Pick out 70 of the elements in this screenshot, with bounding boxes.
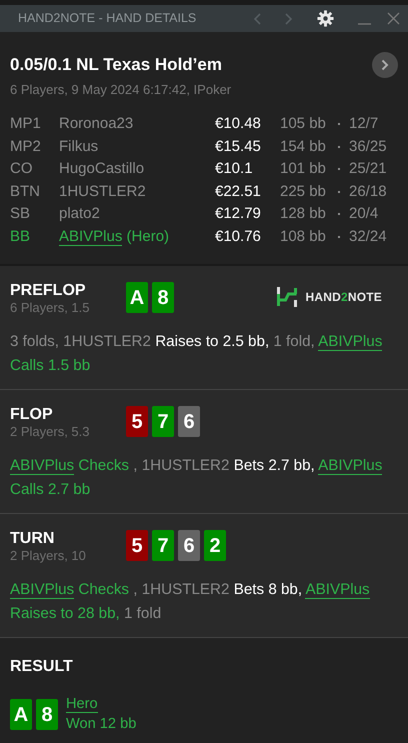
- big-blinds: 108 bb: [280, 226, 327, 246]
- player-name: 1HUSTLER2: [59, 182, 147, 202]
- playing-card: 2: [204, 530, 226, 561]
- position-label: MP1: [10, 114, 42, 134]
- result-amount: Won 12 bb: [66, 715, 136, 734]
- playing-card: 7: [152, 530, 174, 561]
- position-label: BB: [10, 226, 32, 246]
- street-info: 2 Players, 5.3: [10, 424, 90, 440]
- player-link[interactable]: Hero: [66, 696, 98, 713]
- player-stats: 26/18: [349, 182, 388, 202]
- big-blinds: 105 bb: [280, 114, 327, 134]
- street-title: TURN: [10, 530, 56, 548]
- big-blinds: 154 bb: [280, 136, 327, 156]
- playing-card: 7: [152, 406, 174, 437]
- playing-card: 5: [126, 530, 148, 561]
- stack-amount: €22.51: [215, 182, 262, 202]
- player-stats: 12/7: [349, 114, 380, 134]
- forward-icon[interactable]: [285, 12, 293, 24]
- logo-text: HAND2NOTE: [306, 289, 382, 306]
- player-link[interactable]: ABIVPlus: [318, 457, 382, 475]
- window-title: HAND2NOTE - HAND DETAILS: [18, 10, 198, 28]
- big-blinds: 101 bb: [280, 159, 327, 179]
- playing-card: A: [126, 282, 148, 313]
- player-link[interactable]: ABIVPlus: [10, 457, 74, 475]
- playing-card: 8: [152, 282, 174, 313]
- player-stats: 20/4: [349, 204, 380, 224]
- player-name: HugoCastillo: [59, 159, 146, 179]
- player-name: Filkus: [59, 136, 100, 156]
- logo-icon: [276, 286, 298, 308]
- player-link[interactable]: ABIVPlus: [59, 228, 122, 246]
- player-link[interactable]: ABIVPlus: [318, 333, 382, 351]
- stack-amount: €10.76: [215, 226, 262, 246]
- stack-amount: €10.1: [215, 159, 254, 179]
- position-label: MP2: [10, 136, 42, 156]
- next-button[interactable]: [372, 52, 398, 78]
- back-icon[interactable]: [253, 12, 261, 24]
- player-stats: 32/24: [349, 226, 388, 246]
- action-summary: 3 folds, 1HUSTLER2 Raises to 2.5 bb, 1 fold, ABIVPlus Calls 1.5 bb: [10, 332, 384, 376]
- stack-amount: €10.48: [215, 114, 262, 134]
- big-blinds: 128 bb: [280, 204, 327, 224]
- big-blinds: 225 bb: [280, 182, 327, 202]
- hero-label: (Hero): [126, 228, 170, 244]
- chevron-icon: [381, 59, 389, 71]
- player-name: plato2: [59, 204, 101, 224]
- player-stats: 36/25: [349, 136, 388, 156]
- stack-amount: €15.45: [215, 136, 262, 156]
- player-link[interactable]: ABIVPlus: [305, 581, 370, 599]
- hand-title: 0.05/0.1 NL Texas Hold’em: [10, 54, 223, 76]
- result-title: RESULT: [10, 658, 74, 676]
- close-icon[interactable]: [387, 12, 400, 25]
- player-stats: 25/21: [349, 159, 388, 179]
- street-title: FLOP: [10, 406, 54, 424]
- playing-card: 6: [178, 530, 200, 561]
- position-label: SB: [10, 204, 32, 224]
- street-title: PREFLOP: [10, 282, 87, 300]
- playing-card: 8: [36, 699, 58, 730]
- street-info: 6 Players, 1.5: [10, 300, 90, 316]
- player-link[interactable]: ABIVPlus: [10, 581, 74, 599]
- playing-card: A: [10, 699, 32, 730]
- playing-card: 6: [178, 406, 200, 437]
- position-label: CO: [10, 159, 34, 179]
- action-summary: ABIVPlus Checks , 1HUSTLER2 Bets 8 bb, ABIVPlus Raises to 28 bb, 1 fold: [10, 580, 371, 624]
- street-info: 2 Players, 10: [10, 548, 87, 564]
- position-label: BTN: [10, 182, 41, 202]
- hand-subtitle: 6 Players, 9 May 2024 6:17:42, IPoker: [10, 80, 232, 99]
- stack-amount: €12.79: [215, 204, 262, 224]
- action-summary: ABIVPlus Checks , 1HUSTLER2 Bets 2.7 bb, ABIVPlus Calls 2.7 bb: [10, 456, 384, 500]
- settings-icon[interactable]: [317, 10, 334, 27]
- player-name: Roronoa23: [59, 114, 134, 134]
- playing-card: 5: [126, 406, 148, 437]
